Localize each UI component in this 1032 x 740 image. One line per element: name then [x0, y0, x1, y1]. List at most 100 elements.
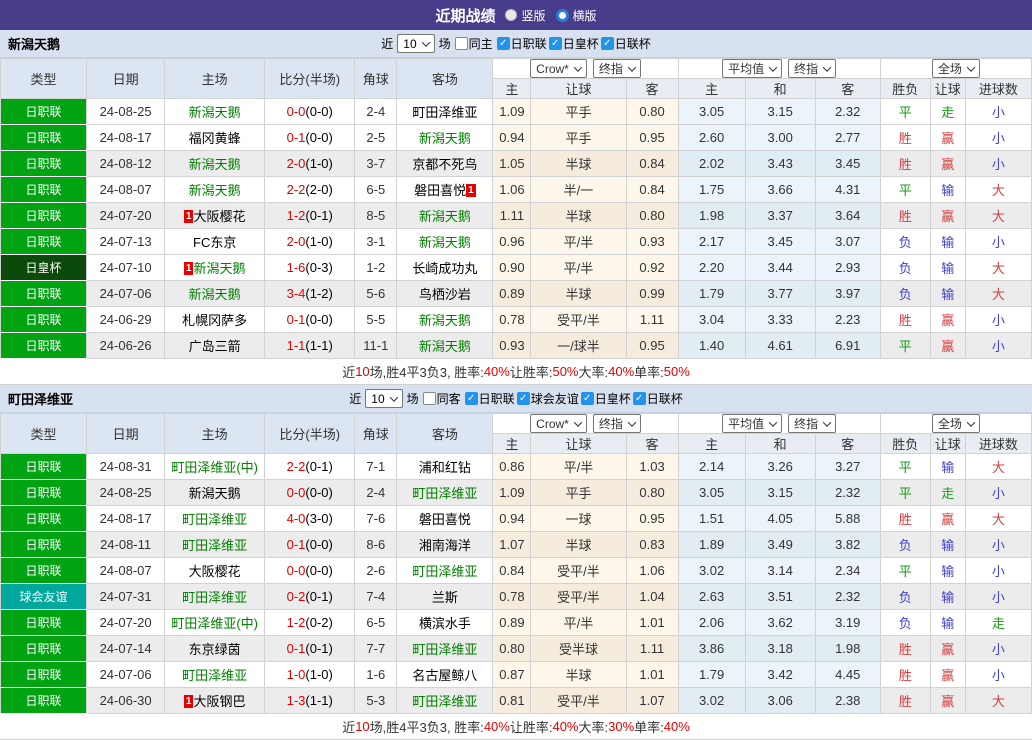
radio-selected-icon[interactable]: [555, 8, 569, 22]
away-team-link[interactable]: 新潟天鹅: [419, 339, 471, 354]
home-team-link[interactable]: 福冈黄蜂: [189, 131, 241, 146]
home-team-link[interactable]: 广岛三箭: [189, 339, 241, 354]
away-team-link[interactable]: 町田泽维亚: [412, 694, 477, 709]
away-team-link[interactable]: 鸟栖沙岩: [419, 287, 471, 302]
away-team-link[interactable]: 町田泽维亚: [412, 105, 477, 120]
away-team-link[interactable]: 长崎成功丸: [412, 261, 477, 276]
same-venue-checkbox[interactable]: 同客: [422, 390, 461, 407]
score-cell: 0-1(0-0): [264, 124, 356, 151]
recent-results-page: 近期战绩 竖版 横版 新潟天鹅 近 10 场 同主 ✓ 日职联 ✓ 日皇杯 ✓ 日联杯: [0, 0, 1032, 740]
home-team-link[interactable]: 新潟天鹅: [193, 261, 245, 276]
chevron-down-icon: [627, 417, 637, 427]
halftime-score: (0-0): [305, 563, 333, 578]
league-filter-checkbox[interactable]: ✓ 日联杯: [632, 390, 683, 407]
away-team-link[interactable]: 新潟天鹅: [419, 235, 471, 250]
chevron-down-icon: [627, 62, 637, 72]
away-team-link[interactable]: 町田泽维亚: [412, 642, 477, 657]
home-team-link[interactable]: 大阪樱花: [189, 564, 241, 579]
league-filter-checkbox[interactable]: ✓ 日职联: [464, 390, 515, 407]
odds-time-select[interactable]: 终指: [592, 414, 641, 433]
checkbox-checked-icon[interactable]: ✓: [632, 392, 646, 405]
bookmaker-select[interactable]: Crow*: [530, 59, 587, 78]
away-team-cell: 鸟栖沙岩: [396, 280, 494, 307]
home-team-link[interactable]: 东京绿茵: [189, 642, 241, 657]
league-filter-checkbox[interactable]: ✓ 日皇杯: [548, 35, 599, 52]
away-team-link[interactable]: 新潟天鹅: [419, 313, 471, 328]
radio-vertical-label: 竖版: [521, 8, 546, 23]
home-team-link[interactable]: 新潟天鹅: [189, 287, 241, 302]
layout-radio-vertical[interactable]: 竖版: [505, 7, 546, 24]
result-wdl: 平: [879, 98, 931, 125]
table-row: 日皇杯 24-07-10 1 新潟天鹅 1-6(0-3) 1-2 长崎成功丸 0.…: [0, 254, 1032, 281]
home-team-link[interactable]: 町田泽维亚(中): [171, 616, 258, 631]
radio-unselected-icon[interactable]: [505, 9, 518, 21]
league-filter-checkbox[interactable]: ✓ 日联杯: [600, 35, 651, 52]
summary-segment: 场,胜4平3负3, 胜率:: [369, 365, 484, 380]
period-select[interactable]: 全场: [931, 59, 980, 78]
home-team-link[interactable]: 大阪钢巴: [193, 694, 245, 709]
score-cell: 2-2(0-1): [264, 453, 356, 480]
corner-score: 3-1: [354, 228, 398, 255]
odds-home: 1.06: [492, 176, 532, 203]
same-venue-checkbox[interactable]: 同主: [454, 35, 493, 52]
odds-away: 0.95: [625, 124, 679, 151]
checkbox-checked-icon[interactable]: ✓: [464, 392, 478, 405]
away-team-link[interactable]: 兰斯: [432, 590, 458, 605]
home-team-link[interactable]: 新潟天鹅: [189, 486, 241, 501]
home-team-link[interactable]: 町田泽维亚: [182, 512, 247, 527]
home-team-link[interactable]: 新潟天鹅: [189, 157, 241, 172]
away-team-link[interactable]: 町田泽维亚: [412, 564, 477, 579]
halftime-score: (1-2): [305, 286, 333, 301]
away-team-link[interactable]: 新潟天鹅: [419, 131, 471, 146]
corner-score: 2-4: [354, 479, 398, 506]
home-team-link[interactable]: 新潟天鹅: [189, 183, 241, 198]
league-filter-checkbox[interactable]: ✓ 球会友谊: [516, 390, 579, 407]
fulltime-score: 3-4: [286, 286, 306, 301]
league-filter-checkbox[interactable]: ✓ 日皇杯: [580, 390, 631, 407]
avg-time-select[interactable]: 终指: [788, 414, 837, 433]
away-team-link[interactable]: 町田泽维亚: [412, 486, 477, 501]
checkbox-checked-icon[interactable]: ✓: [600, 37, 614, 50]
avg-home-odds: 2.14: [677, 453, 746, 480]
home-team-link[interactable]: 札幌冈萨多: [182, 313, 247, 328]
home-team-link[interactable]: 大阪樱花: [193, 209, 245, 224]
away-team-link[interactable]: 磐田喜悦: [419, 512, 471, 527]
home-team-link[interactable]: 町田泽维亚: [182, 590, 247, 605]
home-team-link[interactable]: 町田泽维亚: [182, 538, 247, 553]
checkbox-unchecked-icon[interactable]: [454, 37, 468, 50]
home-team-link[interactable]: 新潟天鹅: [189, 105, 241, 120]
checkbox-checked-icon[interactable]: ✓: [496, 37, 510, 50]
result-goals: 小: [964, 479, 1032, 506]
match-type-cell: 日职联: [0, 280, 88, 307]
match-count-select[interactable]: 10: [397, 34, 435, 53]
away-team-link[interactable]: 京都不死鸟: [412, 157, 477, 172]
checkbox-checked-icon[interactable]: ✓: [516, 392, 530, 405]
period-select[interactable]: 全场: [931, 414, 980, 433]
avg-time-select[interactable]: 终指: [788, 59, 837, 78]
checkbox-checked-icon[interactable]: ✓: [580, 392, 594, 405]
result-handicap: 赢: [929, 635, 966, 662]
away-team-link[interactable]: 名古屋鲸八: [412, 668, 477, 683]
team-section: 新潟天鹅 近 10 场 同主 ✓ 日职联 ✓ 日皇杯 ✓ 日联杯 类型 日期 主…: [0, 30, 1032, 385]
checkbox-unchecked-icon[interactable]: [422, 392, 436, 405]
home-team-link[interactable]: 町田泽维亚: [182, 668, 247, 683]
away-team-link[interactable]: 横滨水手: [419, 616, 471, 631]
away-team-link[interactable]: 湘南海洋: [419, 538, 471, 553]
home-team-link[interactable]: 町田泽维亚(中): [171, 460, 258, 475]
avg-home-odds: 1.98: [677, 202, 746, 229]
away-team-link[interactable]: 磐田喜悦: [414, 183, 466, 198]
average-select[interactable]: 平均值: [722, 59, 783, 78]
odds-time-select[interactable]: 终指: [592, 59, 641, 78]
layout-radio-horizontal[interactable]: 横版: [555, 7, 597, 24]
odds-time-value: 终指: [598, 62, 623, 76]
away-team-link[interactable]: 浦和红钻: [419, 460, 471, 475]
checkbox-checked-icon[interactable]: ✓: [548, 37, 562, 50]
match-count-select[interactable]: 10: [365, 389, 403, 408]
odds-home: 0.78: [492, 583, 532, 610]
bookmaker-select[interactable]: Crow*: [530, 414, 587, 433]
league-filter-checkbox[interactable]: ✓ 日职联: [496, 35, 547, 52]
home-team-link[interactable]: FC东京: [193, 235, 236, 250]
average-select[interactable]: 平均值: [722, 414, 783, 433]
match-date: 24-06-26: [86, 332, 166, 359]
away-team-link[interactable]: 新潟天鹅: [419, 209, 471, 224]
